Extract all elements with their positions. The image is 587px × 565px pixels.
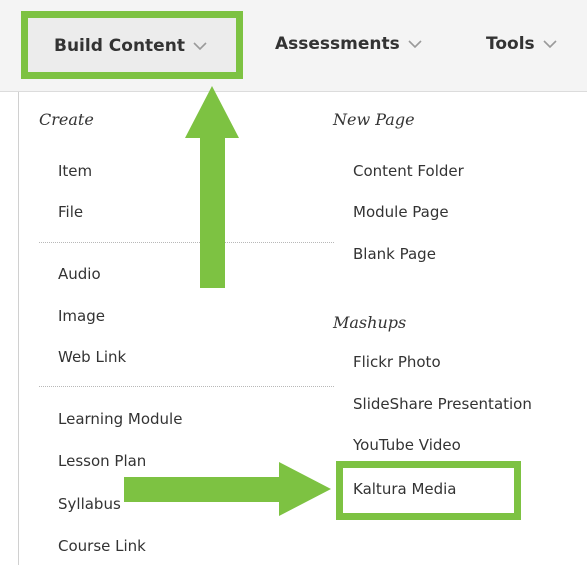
menu-item-module-page[interactable]: Module Page xyxy=(353,203,449,221)
new-page-heading: New Page xyxy=(333,110,415,129)
menu-item-youtube-video[interactable]: YouTube Video xyxy=(353,436,461,454)
menu-item-file[interactable]: File xyxy=(58,203,83,221)
menu-item-image[interactable]: Image xyxy=(58,307,105,325)
build-content-tab[interactable]: Build Content xyxy=(21,11,243,79)
menu-item-syllabus[interactable]: Syllabus xyxy=(58,495,121,513)
arrow-up-icon xyxy=(185,86,239,288)
chevron-down-icon xyxy=(193,36,207,56)
menu-item-slideshare-presentation[interactable]: SlideShare Presentation xyxy=(353,395,532,413)
menu-item-flickr-photo[interactable]: Flickr Photo xyxy=(353,353,441,371)
build-content-tab-label: Build Content xyxy=(54,36,207,56)
create-heading: Create xyxy=(39,110,94,129)
menu-item-kaltura-media[interactable]: Kaltura Media xyxy=(353,480,457,498)
mashups-heading: Mashups xyxy=(333,313,407,332)
menu-item-blank-page[interactable]: Blank Page xyxy=(353,245,436,263)
chevron-down-icon xyxy=(543,34,557,54)
arrow-right-icon xyxy=(124,462,331,516)
menu-item-course-link[interactable]: Course Link xyxy=(58,537,146,555)
tools-tab[interactable]: Tools xyxy=(486,34,557,54)
chevron-down-icon xyxy=(408,34,422,54)
menu-item-learning-module[interactable]: Learning Module xyxy=(58,410,182,428)
menu-item-audio[interactable]: Audio xyxy=(58,265,101,283)
course-menu-tabbar: Build Content Assessments Tools xyxy=(0,0,587,92)
menu-item-web-link[interactable]: Web Link xyxy=(58,348,126,366)
menu-item-item[interactable]: Item xyxy=(58,162,92,180)
menu-item-content-folder[interactable]: Content Folder xyxy=(353,162,464,180)
menu-divider xyxy=(39,386,334,387)
assessments-tab[interactable]: Assessments xyxy=(275,34,422,54)
